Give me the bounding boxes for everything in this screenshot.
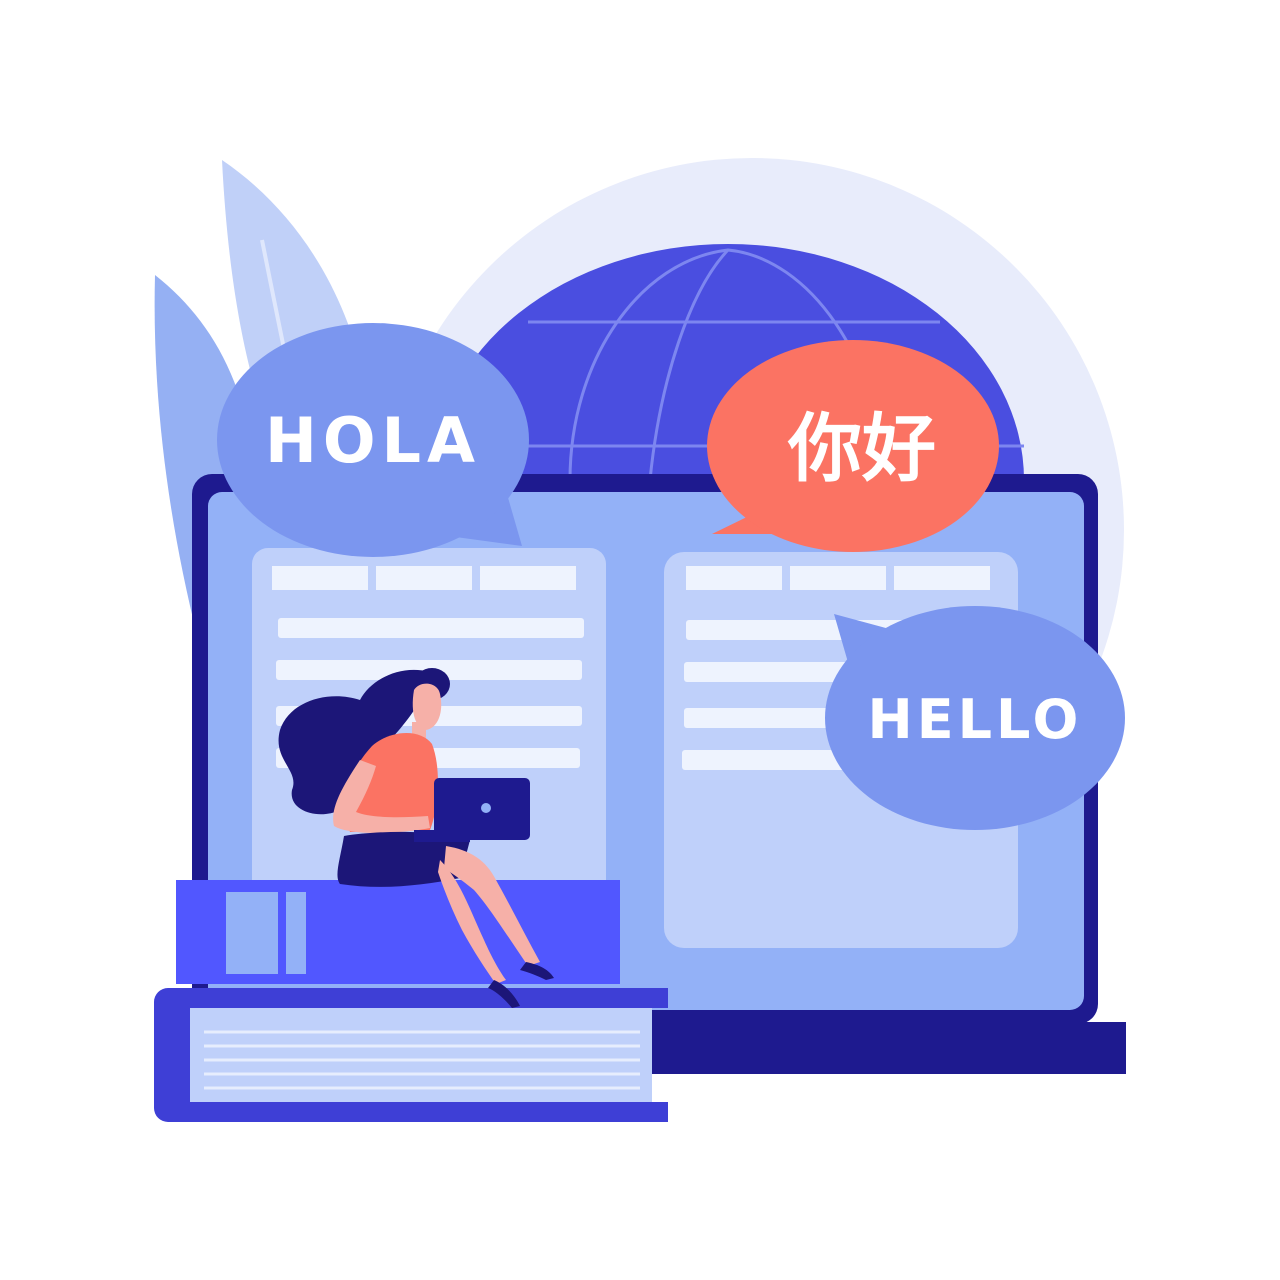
speech-bubble-icon: 你好: [707, 340, 999, 552]
illustration-svg: HOLA 你好 HELLO: [154, 158, 1126, 1122]
speech-bubble-icon: HELLO: [825, 606, 1125, 830]
illustration: HOLA 你好 HELLO: [0, 0, 1280, 1280]
book-icon: [154, 880, 668, 1122]
bubble-hello-text: HELLO: [868, 688, 1083, 751]
bubble-hola-text: HOLA: [265, 404, 481, 477]
speech-bubble-icon: HOLA: [217, 323, 529, 557]
bubble-nihao-text: 你好: [787, 406, 936, 492]
